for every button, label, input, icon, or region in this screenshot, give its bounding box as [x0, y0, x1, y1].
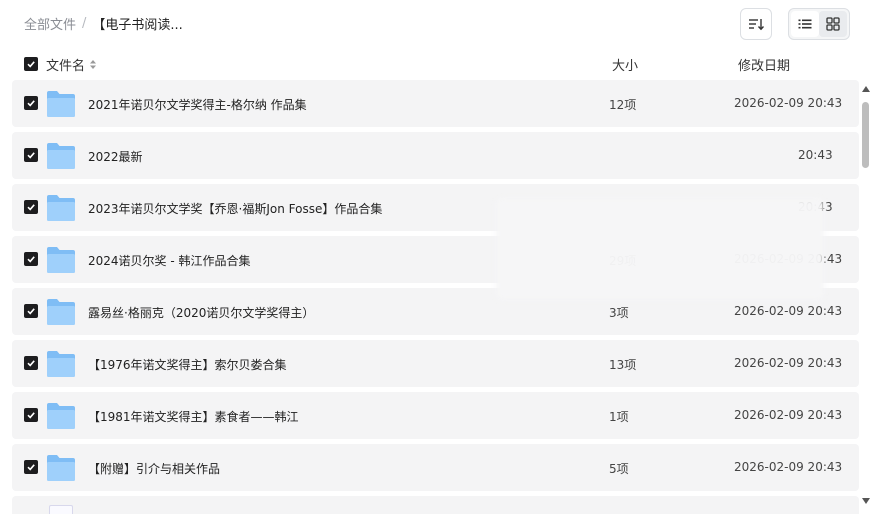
- row-checkbox[interactable]: [24, 408, 38, 422]
- checkmark-icon: [27, 464, 35, 471]
- table-row[interactable]: 【1981年诺文奖得主】素食者——韩江 1项 2026-02-09 20:43: [12, 392, 859, 439]
- table-row[interactable]: 2024诺贝尔奖 - 韩江作品合集 29项 2026-02-09 20:43: [12, 236, 859, 283]
- folder-icon: [47, 143, 75, 169]
- sort-updown-icon: [90, 60, 97, 69]
- scrollbar[interactable]: [860, 84, 872, 510]
- file-size: 3项: [609, 306, 629, 320]
- grid-view-icon: [826, 17, 840, 31]
- document-icon: [49, 505, 73, 514]
- row-checkbox[interactable]: [24, 356, 38, 370]
- sort-button[interactable]: [740, 8, 772, 40]
- table-row[interactable]: 2023年诺贝尔文学奖【乔恩·福斯Jon Fosse】作品合集 20:43: [12, 184, 859, 231]
- file-name[interactable]: 2022最新: [88, 148, 143, 165]
- table-row[interactable]: 2022最新 20:43: [12, 132, 859, 179]
- file-date: 2026-02-09 20:43: [734, 252, 843, 266]
- breadcrumb-separator: /: [82, 16, 87, 31]
- size-column-header[interactable]: 大小: [612, 55, 638, 74]
- file-name[interactable]: 露易丝·格丽克（2020诺贝尔文学奖得主）: [88, 304, 314, 321]
- list-view-button[interactable]: [791, 11, 819, 37]
- file-size: 13项: [609, 358, 637, 372]
- checkmark-icon: [27, 412, 35, 419]
- file-name[interactable]: 2023年诺贝尔文学奖【乔恩·福斯Jon Fosse】作品合集: [88, 200, 382, 217]
- table-row[interactable]: 【附赠】引介与相关作品 5项 2026-02-09 20:43: [12, 444, 859, 491]
- file-size: 29项: [609, 254, 637, 268]
- file-list: 2021年诺贝尔文学奖得主-格尔纳 作品集 12项 2026-02-09 20:…: [12, 80, 859, 514]
- checkmark-icon: [27, 256, 35, 263]
- checkmark-icon: [27, 61, 35, 68]
- select-all-checkbox[interactable]: [24, 57, 38, 71]
- folder-icon: [47, 299, 75, 325]
- file-date: 2026-02-09 20:43: [734, 356, 843, 370]
- file-date: 2026-02-09 20:43: [734, 96, 843, 110]
- table-row[interactable]: 2021年诺贝尔文学奖得主-格尔纳 作品集 12项 2026-02-09 20:…: [12, 80, 859, 127]
- scrollbar-thumb[interactable]: [862, 102, 869, 168]
- sort-lines-icon: [749, 19, 764, 31]
- folder-icon: [47, 247, 75, 273]
- table-row[interactable]: 露易丝·格丽克（2020诺贝尔文学奖得主） 3项 2026-02-09 20:4…: [12, 288, 859, 335]
- column-header: 文件名 大小 修改日期: [0, 50, 874, 78]
- row-checkbox[interactable]: [24, 148, 38, 162]
- folder-icon: [47, 403, 75, 429]
- file-name[interactable]: 【附赠】引介与相关作品: [88, 460, 220, 477]
- row-checkbox[interactable]: [24, 304, 38, 318]
- file-date: 20:43: [798, 200, 833, 214]
- file-name[interactable]: 【1976年诺文奖得主】索尔贝娄合集: [88, 356, 287, 373]
- name-column-label: 文件名: [46, 59, 86, 74]
- breadcrumb-root-link[interactable]: 全部文件: [24, 14, 76, 33]
- file-date: 20:43: [798, 148, 833, 162]
- grid-view-button[interactable]: [819, 11, 847, 37]
- file-size: 12项: [609, 98, 637, 112]
- file-date: 2026-02-09 20:43: [734, 304, 843, 318]
- row-checkbox[interactable]: [24, 96, 38, 110]
- file-date: 2026-02-09 20:43: [734, 408, 843, 422]
- file-size: 5项: [609, 462, 629, 476]
- file-name[interactable]: 2024诺贝尔奖 - 韩江作品合集: [88, 252, 251, 269]
- scroll-down-arrow-icon[interactable]: [862, 498, 870, 504]
- table-row-partial[interactable]: [12, 496, 859, 514]
- checkmark-icon: [27, 100, 35, 107]
- view-toggle-group: [788, 8, 850, 40]
- checkmark-icon: [27, 360, 35, 367]
- checkmark-icon: [27, 308, 35, 315]
- file-date: 2026-02-09 20:43: [734, 460, 843, 474]
- breadcrumb: 全部文件 / 【电子书阅读...: [24, 14, 183, 33]
- date-column-header[interactable]: 修改日期: [738, 55, 790, 74]
- name-column-header[interactable]: 文件名: [46, 55, 97, 74]
- checkmark-icon: [27, 152, 35, 159]
- folder-icon: [47, 455, 75, 481]
- breadcrumb-current-folder: 【电子书阅读...: [92, 18, 183, 33]
- scroll-up-arrow-icon[interactable]: [862, 86, 870, 92]
- folder-icon: [47, 91, 75, 117]
- row-checkbox[interactable]: [24, 252, 38, 266]
- file-name[interactable]: 2021年诺贝尔文学奖得主-格尔纳 作品集: [88, 96, 307, 113]
- file-name[interactable]: 【1981年诺文奖得主】素食者——韩江: [88, 408, 299, 425]
- list-view-icon: [798, 19, 812, 29]
- checkmark-icon: [27, 204, 35, 211]
- row-checkbox[interactable]: [24, 460, 38, 474]
- top-bar: 全部文件 / 【电子书阅读...: [0, 0, 874, 48]
- folder-icon: [47, 351, 75, 377]
- table-row[interactable]: 【1976年诺文奖得主】索尔贝娄合集 13项 2026-02-09 20:43: [12, 340, 859, 387]
- folder-icon: [47, 195, 75, 221]
- row-checkbox[interactable]: [24, 200, 38, 214]
- file-size: 1项: [609, 410, 629, 424]
